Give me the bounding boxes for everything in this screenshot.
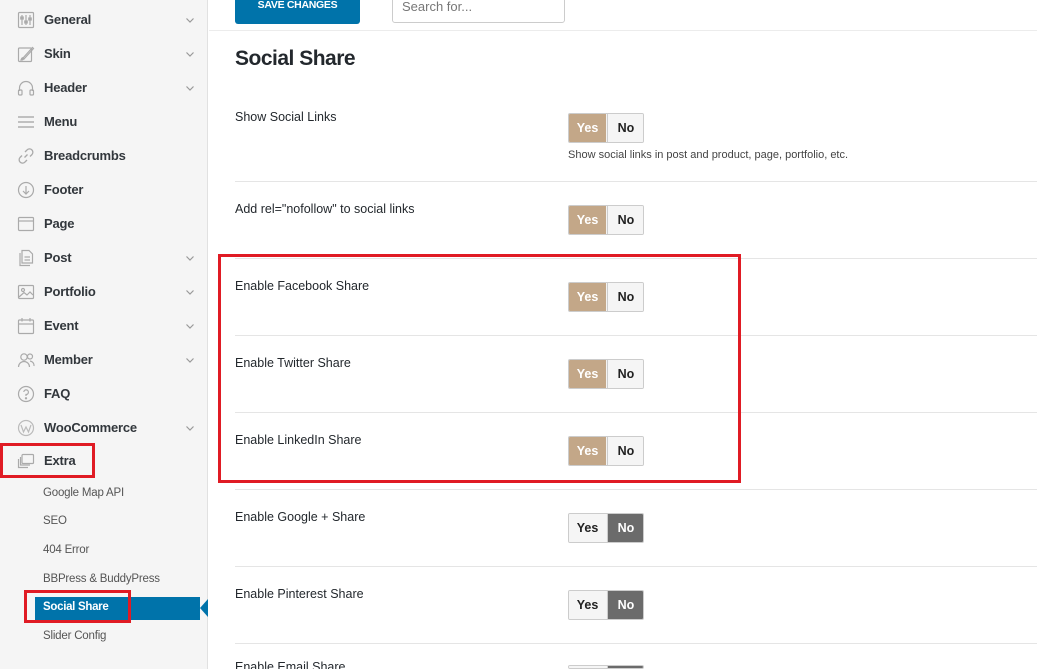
question-circle-icon	[17, 385, 35, 403]
brush-icon	[17, 45, 35, 63]
chevron-down-icon	[185, 83, 195, 93]
toggle-pinterest-share[interactable]: Yes No	[568, 590, 644, 620]
sidebar-item-woocommerce[interactable]: WooCommerce	[0, 411, 208, 445]
submenu-item-404-error[interactable]: 404 Error	[43, 544, 89, 556]
chevron-down-icon	[185, 49, 195, 59]
option-description: Show social links in post and product, p…	[568, 149, 849, 161]
hamburger-icon	[17, 113, 35, 131]
browser-window-icon	[17, 215, 35, 233]
sidebar-item-footer[interactable]: Footer	[0, 173, 208, 207]
sidebar-item-faq[interactable]: FAQ	[0, 377, 208, 411]
sidebar-item-label: Post	[44, 250, 72, 265]
sidebar-item-label: Member	[44, 352, 93, 367]
sidebar-item-label: Portfolio	[44, 284, 96, 299]
active-indicator-arrow	[200, 599, 208, 617]
woocommerce-icon	[17, 419, 35, 437]
sidebar-item-skin[interactable]: Skin	[0, 37, 208, 71]
calendar-icon	[17, 317, 35, 335]
toggle-yes[interactable]: Yes	[569, 114, 606, 142]
toggle-no[interactable]: No	[607, 206, 643, 234]
sidebar-item-general[interactable]: General	[0, 3, 208, 37]
chevron-down-icon	[185, 15, 195, 25]
chevron-down-icon	[185, 423, 195, 433]
submenu-item-slider-config[interactable]: Slider Config	[43, 630, 106, 642]
divider	[209, 30, 1037, 31]
highlight-extra	[0, 443, 95, 478]
save-button-label: SAVE CHANGES	[257, 0, 338, 11]
option-label-nofollow: Add rel="nofollow" to social links	[235, 202, 415, 216]
toggle-nofollow[interactable]: Yes No	[568, 205, 644, 235]
sidebar-item-label: Header	[44, 80, 87, 95]
toggle-no[interactable]: No	[607, 514, 643, 542]
save-changes-button[interactable]: SAVE CHANGES	[235, 0, 360, 24]
users-icon	[17, 351, 35, 369]
divider	[235, 489, 1037, 490]
sidebar-item-label: WooCommerce	[44, 420, 137, 435]
sidebar-item-label: FAQ	[44, 386, 71, 401]
sidebar-item-label: Event	[44, 318, 79, 333]
option-label-google-share: Enable Google + Share	[235, 510, 366, 524]
toggle-google-share[interactable]: Yes No	[568, 513, 644, 543]
toggle-no[interactable]: No	[607, 591, 643, 619]
sidebar-item-label: Footer	[44, 182, 84, 197]
toggle-yes[interactable]: Yes	[569, 591, 606, 619]
divider	[235, 643, 1037, 644]
sidebar-item-portfolio[interactable]: Portfolio	[0, 275, 208, 309]
submenu-item-bbpress[interactable]: BBPress & BuddyPress	[43, 573, 160, 585]
arrow-down-circle-icon	[17, 181, 35, 199]
page-title: Social Share	[235, 47, 356, 70]
sidebar-item-label: Skin	[44, 46, 71, 61]
toggle-email-share[interactable]	[568, 665, 644, 669]
option-label-email-share: Enable Email Share	[235, 660, 346, 669]
toggle-show-social-links[interactable]: Yes No	[568, 113, 644, 143]
sidebar-item-event[interactable]: Event	[0, 309, 208, 343]
search-input[interactable]: Search for...	[392, 0, 565, 23]
option-label-show-social-links: Show Social Links	[235, 110, 337, 124]
sidebar-item-label: Menu	[44, 114, 78, 129]
image-icon	[17, 283, 35, 301]
toggle-no[interactable]: No	[607, 114, 643, 142]
sidebar-item-page[interactable]: Page	[0, 207, 208, 241]
chevron-down-icon	[185, 355, 195, 365]
sidebar-item-label: Page	[44, 216, 75, 231]
option-label-pinterest-share: Enable Pinterest Share	[235, 587, 364, 601]
sidebar-item-breadcrumbs[interactable]: Breadcrumbs	[0, 139, 208, 173]
sidebar-item-member[interactable]: Member	[0, 343, 208, 377]
headphones-icon	[17, 79, 35, 97]
chevron-down-icon	[185, 287, 195, 297]
chevron-down-icon	[185, 321, 195, 331]
documents-icon	[17, 249, 35, 267]
sidebar-item-menu[interactable]: Menu	[0, 105, 208, 139]
sidebar-item-label: General	[44, 12, 92, 27]
sidebar-item-label: Breadcrumbs	[44, 148, 126, 163]
sliders-icon	[17, 11, 35, 29]
chevron-down-icon	[185, 253, 195, 263]
divider	[235, 181, 1037, 182]
highlight-social-share	[24, 590, 131, 623]
toggle-yes[interactable]: Yes	[569, 206, 606, 234]
sidebar: General Skin Header Menu Breadcrumbs Foo…	[0, 0, 208, 669]
submenu-item-google-map-api[interactable]: Google Map API	[43, 487, 124, 499]
submenu-item-seo[interactable]: SEO	[43, 515, 67, 527]
sidebar-item-post[interactable]: Post	[0, 241, 208, 275]
toggle-yes[interactable]: Yes	[569, 514, 606, 542]
highlight-social-options	[218, 254, 741, 483]
sidebar-item-header[interactable]: Header	[0, 71, 208, 105]
link-icon	[17, 147, 35, 165]
divider	[235, 566, 1037, 567]
